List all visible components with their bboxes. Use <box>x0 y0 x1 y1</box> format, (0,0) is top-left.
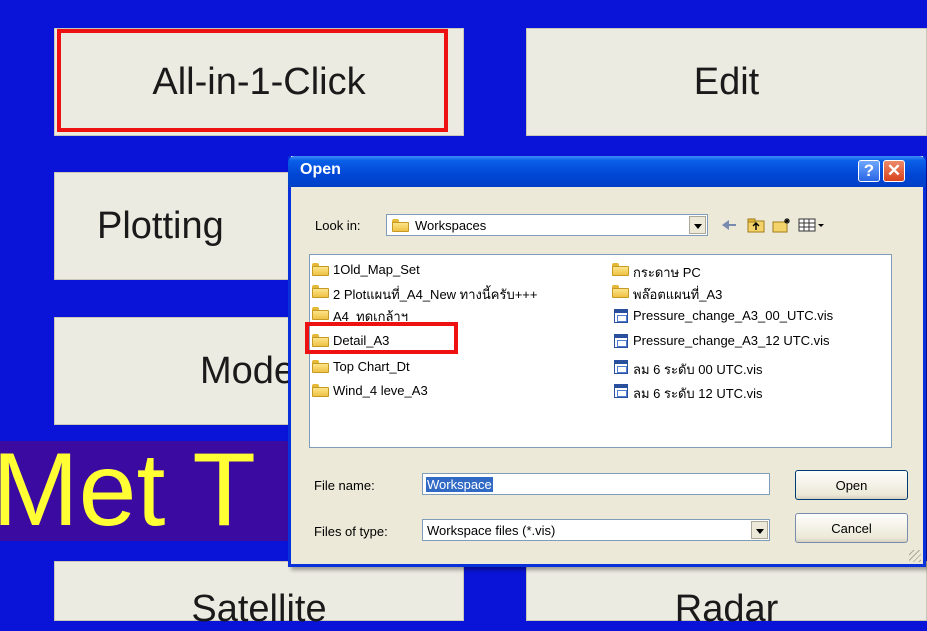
close-button[interactable]: ✕ <box>883 160 905 182</box>
vis-file-icon <box>614 384 628 398</box>
files-of-type-value: Workspace files (*.vis) <box>427 523 556 538</box>
all-in-one-click-button[interactable]: All-in-1-Click <box>54 28 464 136</box>
dialog-titlebar[interactable]: Open ? ✕ <box>288 156 926 187</box>
open-button[interactable]: Open <box>795 470 908 500</box>
look-in-dropdown[interactable]: Workspaces <box>386 214 708 236</box>
met-banner: Met T <box>0 441 310 541</box>
folder-icon <box>312 307 329 320</box>
folder-icon <box>312 384 329 397</box>
back-icon[interactable] <box>721 217 737 233</box>
folder-icon <box>612 263 629 276</box>
help-icon: ? <box>863 161 875 180</box>
open-dialog: Open ? ✕ Look in: Workspaces 1Old_Map_Se… <box>288 156 926 567</box>
banner-text: Met T <box>0 441 256 541</box>
files-of-type-label: Files of type: <box>314 524 388 539</box>
chevron-down-icon[interactable] <box>751 521 768 539</box>
folder-icon <box>312 285 329 298</box>
close-icon: ✕ <box>886 161 902 180</box>
file-name-value: Workspace <box>426 477 493 492</box>
folder-icon <box>312 360 329 373</box>
chevron-down-icon[interactable] <box>689 216 706 234</box>
satellite-button[interactable]: Satellite <box>54 561 464 630</box>
folder-icon <box>392 219 409 232</box>
look-in-label: Look in: <box>315 218 361 233</box>
vis-file-icon <box>614 360 628 374</box>
radar-button-label: Radar <box>674 588 779 630</box>
files-of-type-dropdown[interactable]: Workspace files (*.vis) <box>422 519 770 541</box>
file-name-label: File name: <box>314 478 375 493</box>
cancel-button[interactable]: Cancel <box>795 513 908 543</box>
up-folder-icon[interactable] <box>747 217 765 233</box>
help-button[interactable]: ? <box>858 160 880 182</box>
vis-file-icon <box>614 309 628 323</box>
folder-icon <box>312 263 329 276</box>
folder-icon <box>612 285 629 298</box>
vis-file-icon <box>614 334 628 348</box>
radar-button[interactable]: Radar <box>526 561 927 630</box>
file-name-field[interactable]: Workspace <box>422 473 770 495</box>
look-in-value: Workspaces <box>415 218 487 233</box>
folder-icon <box>312 334 329 347</box>
file-list[interactable]: 1Old_Map_Set 2 Plotแผนที่_A4_New ทางนี้ค… <box>309 254 892 448</box>
edit-button[interactable]: Edit <box>526 28 927 136</box>
resize-grip-icon[interactable] <box>909 550 921 562</box>
dialog-title: Open <box>300 161 341 178</box>
new-folder-icon[interactable] <box>772 217 792 233</box>
model-button-label: Mode <box>200 349 296 392</box>
view-menu-icon[interactable] <box>798 217 826 233</box>
satellite-button-label: Satellite <box>191 588 327 630</box>
